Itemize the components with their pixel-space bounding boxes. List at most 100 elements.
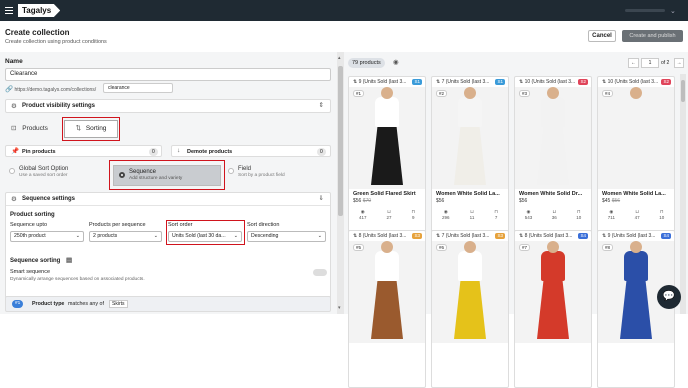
bag-icon: ⊓ xyxy=(659,209,664,214)
product-card[interactable]: ⇅ 7 (Units Sold (last 3... S1 #2 Women Whit… xyxy=(431,76,509,234)
sort-direction-select[interactable]: Descending ⌄ xyxy=(247,231,326,242)
arrow-down-icon: ↓ xyxy=(177,147,181,154)
sequence-settings-card: ⚙ Sequence settings ⇓ Product sorting Se… xyxy=(5,192,331,304)
left-panel: Name Clearance 🔗 https://demo.tagalys.co… xyxy=(0,52,337,314)
highlight-sorting xyxy=(62,117,120,141)
cart-icon: ⊔ xyxy=(552,209,556,214)
products-icon: ⊡ xyxy=(11,125,17,132)
bag-icon: ⊓ xyxy=(576,209,581,214)
cart-icon: ⊔ xyxy=(635,209,639,214)
sequence-upto-select[interactable]: 250th product ⌄ xyxy=(10,231,84,242)
rule-row[interactable]: #1 Product type matches any of Skirts xyxy=(5,296,331,312)
logo: Tagalys xyxy=(18,4,61,17)
radio-field[interactable] xyxy=(228,168,234,174)
products-per-sequence-select[interactable]: 2 products ⌄ xyxy=(89,231,162,242)
product-image[interactable]: #1 xyxy=(349,87,425,189)
pin-count: 0 xyxy=(149,148,158,156)
position-number: #1 xyxy=(353,90,365,97)
account-name[interactable] xyxy=(625,9,665,12)
eye-icon: ◉ xyxy=(443,209,448,214)
units-sold: ⇅ 9 (Units Sold (last 3... S1 xyxy=(353,79,422,85)
sequence-badge: S4 xyxy=(661,233,671,239)
eye-icon: ◉ xyxy=(609,209,614,214)
smart-sequence-toggle[interactable] xyxy=(313,269,327,276)
old-price: $56 xyxy=(611,198,621,204)
product-name: Women White Solid Dr... xyxy=(519,191,583,197)
next-page-icon[interactable]: → xyxy=(674,58,684,68)
sequence-badge: S3 xyxy=(412,233,422,239)
product-price: $45 xyxy=(602,198,611,204)
cancel-button[interactable]: Cancel xyxy=(588,30,616,42)
position-number: #3 xyxy=(519,90,531,97)
product-price: $56 xyxy=(353,198,362,204)
pin-icon: 📌 xyxy=(11,148,20,155)
product-card[interactable]: ⇅ 8 (Units Sold (last 3... S3 #5 xyxy=(348,230,426,388)
gear-icon: ⚙ xyxy=(11,196,17,203)
position-number: #7 xyxy=(519,244,531,251)
demote-count: 0 xyxy=(317,148,326,156)
units-sold: ⇅ 10 (Units Sold (last 3... S2 xyxy=(602,79,671,85)
eye-icon[interactable]: ◉ xyxy=(393,58,399,66)
sort-option-global[interactable]: Global Sort Option Use a saved sort orde… xyxy=(9,166,68,178)
position-number: #4 xyxy=(602,90,614,97)
left-scrollbar[interactable]: ▴ ▾ xyxy=(337,52,344,314)
product-visibility-settings[interactable]: ⚙ Product visibility settings ⇕ xyxy=(5,99,331,113)
units-sold: ⇅ 10 (Units Sold (last 3... S2 xyxy=(519,79,588,85)
product-card[interactable]: ⇅ 10 (Units Sold (last 3... S2 #3 Women Whi… xyxy=(514,76,592,234)
product-card[interactable]: ⇅ 10 (Units Sold (last 3... S2 #4 Women Whi… xyxy=(597,76,675,234)
sequence-badge: S2 xyxy=(578,79,588,85)
sequence-badge: S3 xyxy=(495,233,505,239)
menu-icon[interactable] xyxy=(5,7,13,14)
page-input[interactable]: 1 xyxy=(641,58,659,68)
product-image[interactable]: #6 xyxy=(432,241,508,343)
chevron-down-icon[interactable]: ⌄ xyxy=(670,7,676,15)
create-and-publish-button[interactable]: Create and publish xyxy=(622,30,683,42)
product-name: Women White Solid La... xyxy=(436,191,500,197)
product-image[interactable]: #4 xyxy=(598,87,674,189)
position-number: #5 xyxy=(353,244,365,251)
book-icon[interactable]: ▤ xyxy=(66,256,72,264)
bag-icon: ⊓ xyxy=(411,209,415,214)
units-sold: ⇅ 7 (Units Sold (last 3... S1 xyxy=(436,79,505,85)
rule-value-tag[interactable]: Skirts xyxy=(109,300,128,308)
expand-icon: ⇕ xyxy=(318,102,324,109)
product-image[interactable]: #5 xyxy=(349,241,425,343)
pin-products-row[interactable]: 📌 Pin products 0 xyxy=(5,145,162,157)
page-subtitle: Create collection using product conditio… xyxy=(5,39,107,45)
product-image[interactable]: #2 xyxy=(432,87,508,189)
link-icon: 🔗 xyxy=(5,86,14,93)
product-count: 79 products xyxy=(348,58,385,68)
sort-option-field[interactable]: Field Sort by a product field xyxy=(228,166,285,178)
position-number: #2 xyxy=(436,90,448,97)
highlight-sort-order xyxy=(166,220,245,245)
demote-products-row[interactable]: ↓ Demote products 0 xyxy=(171,145,331,157)
product-image[interactable]: #3 xyxy=(515,87,591,189)
prev-page-icon[interactable]: ← xyxy=(628,58,639,68)
radio-global[interactable] xyxy=(9,168,15,174)
sequence-badge: S4 xyxy=(578,233,588,239)
bag-icon: ⊓ xyxy=(494,209,498,214)
sequence-settings-header[interactable]: ⚙ Sequence settings ⇓ xyxy=(6,193,330,206)
product-image[interactable]: #7 xyxy=(515,241,591,343)
name-label: Name xyxy=(5,58,23,65)
cart-icon: ⊔ xyxy=(387,209,391,214)
results-panel: 79 products ◉ ← 1 of 2 → ⇅ 9 (Units Sold… xyxy=(344,52,688,388)
units-sold: ⇅ 8 (Units Sold (last 3... S3 xyxy=(353,233,422,239)
product-card[interactable]: ⇅ 7 (Units Sold (last 3... S3 #6 xyxy=(431,230,509,388)
url-prefix: https://demo.tagalys.com/collections/ xyxy=(14,87,97,93)
sequence-badge: S2 xyxy=(661,79,671,85)
sequence-badge: S1 xyxy=(495,79,505,85)
sequence-badge: S1 xyxy=(412,79,422,85)
url-slug-input[interactable]: clearance xyxy=(103,83,173,93)
product-card[interactable]: ⇅ 9 (Units Sold (last 3... S4 #8 xyxy=(597,230,675,388)
chat-button[interactable]: 💬 xyxy=(657,285,681,309)
product-name: Green Solid Flared Skirt xyxy=(353,191,416,197)
gear-icon: ⚙ xyxy=(11,103,17,110)
product-card[interactable]: ⇅ 9 (Units Sold (last 3... S1 #1 Green Soli… xyxy=(348,76,426,234)
results-scrollbar[interactable] xyxy=(680,74,686,314)
position-number: #8 xyxy=(602,244,614,251)
product-card[interactable]: ⇅ 8 (Units Sold (last 3... S4 #7 xyxy=(514,230,592,388)
name-input[interactable]: Clearance xyxy=(5,68,331,81)
tab-products[interactable]: ⊡ Products xyxy=(11,124,48,132)
top-bar: Tagalys ⌄ xyxy=(0,0,688,21)
